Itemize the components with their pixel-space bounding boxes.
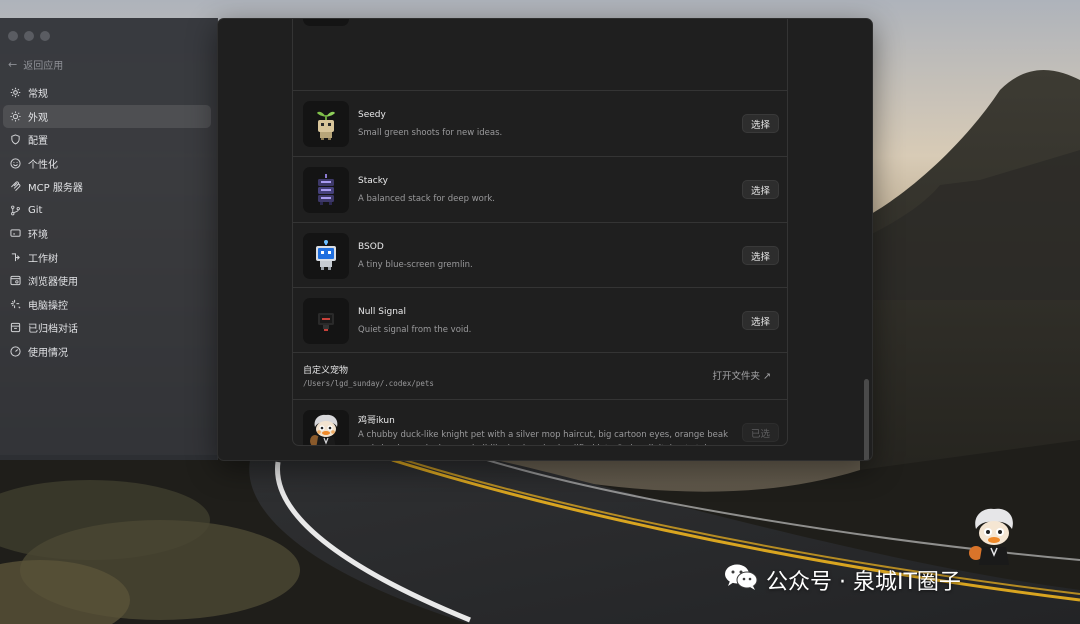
- pet-name: 鸡哥ikun: [358, 416, 395, 426]
- sidebar-item-label: 电脑操控: [28, 300, 68, 312]
- pet-name: Stacky: [358, 176, 388, 186]
- pet-list-panel: Seedy Small green shoots for new ideas. …: [292, 19, 788, 446]
- sidebar-item-label: 浏览器使用: [28, 277, 78, 289]
- sidebar-item-archived-chats[interactable]: 已归档对话: [3, 316, 211, 340]
- pet-description: A balanced stack for deep work.: [358, 194, 495, 204]
- custom-pets-label: 自定义宠物: [303, 366, 349, 376]
- sidebar-item-general[interactable]: 常规: [3, 81, 211, 105]
- pet-description: Small green shoots for new ideas.: [358, 128, 503, 138]
- pet-row-seedy: Seedy Small green shoots for new ideas. …: [293, 90, 787, 155]
- sidebar-item-mcp-servers[interactable]: MCP 服务器: [3, 175, 211, 199]
- pet-row-previous: [293, 19, 787, 65]
- watermark-text: 公众号 · 泉城IT圈子: [766, 570, 961, 595]
- sidebar-item-label: MCP 服务器: [28, 183, 83, 195]
- null-signal-pet-icon: [303, 298, 349, 344]
- custom-pets-section: 自定义宠物 /Users/lgd_sunday/.codex/pets 打开文件…: [293, 352, 787, 399]
- scrollbar-thumb[interactable]: [864, 379, 869, 460]
- sparkle-icon: [9, 298, 21, 310]
- sidebar-item-config[interactable]: 配置: [3, 128, 211, 152]
- window-controls: [8, 31, 50, 41]
- sidebar-item-computer-control[interactable]: 电脑操控: [3, 293, 211, 317]
- zoom-window-button[interactable]: [40, 31, 50, 41]
- pet-row-null-signal: Null Signal Quiet signal from the void. …: [293, 287, 787, 352]
- gear-icon: [9, 87, 21, 99]
- stacky-pet-icon: [303, 167, 349, 213]
- sidebar-item-label: 已归档对话: [28, 324, 78, 336]
- pet-description: Quiet signal from the void.: [358, 325, 472, 335]
- pet-name: Seedy: [358, 110, 386, 120]
- sidebar-item-label: 环境: [28, 230, 48, 242]
- back-to-app-link[interactable]: ← 返回应用: [8, 56, 63, 72]
- pet-row-bsod: BSOD A tiny blue-screen gremlin. 选择: [293, 222, 787, 287]
- sidebar-item-environment[interactable]: 环境: [3, 222, 211, 246]
- git-branch-icon: [9, 204, 21, 216]
- pet-row-stacky: Stacky A balanced stack for deep work. 选…: [293, 156, 787, 221]
- minimize-window-button[interactable]: [24, 31, 34, 41]
- custom-pets-path: /Users/lgd_sunday/.codex/pets: [303, 379, 434, 388]
- sidebar-item-label: Git: [28, 204, 43, 216]
- gauge-icon: [9, 345, 21, 357]
- select-seedy-button[interactable]: 选择: [741, 114, 779, 133]
- select-null-signal-button[interactable]: 选择: [741, 311, 779, 330]
- settings-sidebar: ← 返回应用 常规 外观 配置 个性化 MCP 服务器 Git 环境 工作树 浏…: [0, 18, 218, 460]
- sidebar-item-label: 使用情况: [28, 347, 68, 359]
- wechat-icon: [724, 563, 758, 597]
- monitor-icon: [9, 228, 21, 240]
- selected-ikun-button[interactable]: 已选: [741, 423, 779, 442]
- open-folder-link[interactable]: 打开文件夹 ↗: [713, 368, 771, 382]
- sidebar-item-worktree[interactable]: 工作树: [3, 246, 211, 270]
- mcp-icon: [9, 181, 21, 193]
- browser-icon: [9, 275, 21, 287]
- sidebar-item-personalization[interactable]: 个性化: [3, 152, 211, 176]
- sidebar-item-git[interactable]: Git: [3, 199, 211, 223]
- wechat-watermark: 公众号 · 泉城IT圈子: [724, 562, 961, 598]
- sidebar-item-usage[interactable]: 使用情况: [3, 340, 211, 364]
- smile-icon: [9, 157, 21, 169]
- back-to-app-label: 返回应用: [23, 60, 64, 72]
- appearance-settings-window: Seedy Small green shoots for new ideas. …: [217, 18, 873, 461]
- ikun-pet-icon: [303, 410, 349, 445]
- sidebar-item-appearance[interactable]: 外观: [3, 104, 211, 128]
- bsod-pet-icon: [303, 233, 349, 279]
- previous-pet-avatar: [303, 19, 349, 26]
- sidebar-item-label: 工作树: [28, 253, 58, 265]
- settings-nav: 常规 外观 配置 个性化 MCP 服务器 Git 环境 工作树 浏览器使用 电脑…: [3, 81, 211, 363]
- ikun-mascot-icon: [966, 507, 1022, 569]
- pet-description: A tiny blue-screen gremlin.: [358, 260, 473, 270]
- pet-description: A chubby duck-like knight pet with a sil…: [358, 430, 728, 445]
- sidebar-item-label: 外观: [28, 112, 48, 124]
- pet-name: Null Signal: [358, 307, 406, 317]
- sidebar-item-label: 个性化: [28, 159, 58, 171]
- pet-row-ikun: 鸡哥ikun A chubby duck-like knight pet wit…: [293, 399, 787, 445]
- pet-name: BSOD: [358, 242, 384, 252]
- worktree-icon: [9, 251, 21, 263]
- shield-icon: [9, 134, 21, 146]
- archive-icon: [9, 322, 21, 334]
- select-bsod-button[interactable]: 选择: [741, 246, 779, 265]
- select-stacky-button[interactable]: 选择: [741, 180, 779, 199]
- sidebar-item-browser-use[interactable]: 浏览器使用: [3, 269, 211, 293]
- seedy-pet-icon: [303, 101, 349, 147]
- sidebar-item-label: 常规: [28, 89, 48, 101]
- sun-icon: [9, 110, 21, 122]
- arrow-left-icon: ←: [8, 57, 18, 71]
- sidebar-item-label: 配置: [28, 136, 48, 148]
- close-window-button[interactable]: [8, 31, 18, 41]
